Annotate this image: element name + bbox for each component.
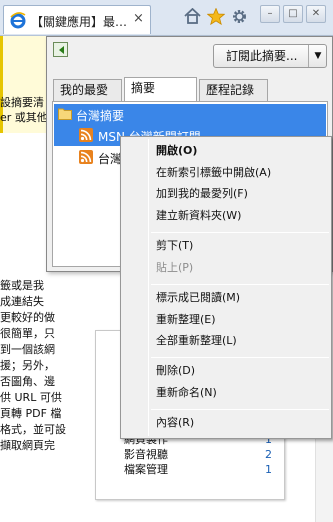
menu-item-cut[interactable]: 剪下(T) [156,238,193,254]
menu-item-properties[interactable]: 內容(R) [156,415,194,431]
menu-item-delete[interactable]: 刪除(D) [156,363,195,379]
feed-item-label: 台灣 [98,152,123,166]
tab-close-icon[interactable]: × [133,11,144,26]
menu-item-refresh-all[interactable]: 全部重新整理(L) [156,333,237,349]
menu-separator [151,232,329,233]
menu-item-refresh[interactable]: 重新整理(E) [156,312,216,328]
close-window-button[interactable]: ✕ [306,5,326,23]
menu-item-open-new-tab[interactable]: 在新索引標籤中開啟(A) [156,165,271,181]
subscribe-feed-button[interactable]: 訂閱此摘要... ▼ [213,44,327,68]
tab-feeds[interactable]: 摘要 [124,77,197,101]
page-top-text: 設摘要清 er 或其他 [0,96,48,124]
folder-icon [58,108,72,120]
rss-icon [79,128,93,142]
menu-item-rename[interactable]: 重新命名(N) [156,385,217,401]
gear-icon[interactable] [231,8,248,25]
menu-item-new-folder[interactable]: 建立新資料夾(W) [156,208,241,224]
star-icon[interactable] [207,8,225,25]
feed-folder-label: 台灣摘要 [76,109,125,123]
subscribe-label: 訂閱此摘要... [226,49,298,63]
menu-item-paste: 貼上(P) [156,261,194,274]
menu-item-mark-read[interactable]: 標示成已閱讀(M) [156,290,240,306]
tab-title: 【關鍵應用】最… [31,15,127,29]
category-item[interactable]: 檔案管理 1 [124,462,280,477]
menu-separator [151,284,329,285]
rss-icon [79,150,93,164]
maximize-button[interactable]: □ [283,5,303,23]
category-item[interactable]: 影音視聽 2 [124,447,280,462]
browser-tab-bar: 【關鍵應用】最… × – □ ✕ [0,0,333,36]
menu-separator [151,357,329,358]
page-article-text: 籤或是我 成連結失 更較好的做 很簡單，只 到一個該網 援；另外， 否圖角、邊 … [0,279,66,452]
feed-folder-item[interactable]: 台灣摘要 [54,104,326,125]
tab-favorites[interactable]: 我的最愛 [53,79,122,101]
menu-item-add-to-favorites-bar[interactable]: 加到我的最愛列(F) [156,186,248,202]
context-menu: 開啟(O) 在新索引標籤中開啟(A) 加到我的最愛列(F) 建立新資料夾(W) … [120,136,332,439]
ie-logo-icon [10,12,26,29]
pin-panel-button[interactable] [53,42,68,57]
menu-item-open[interactable]: 開啟(O) [156,143,197,159]
browser-tab[interactable]: 【關鍵應用】最… × [3,5,151,34]
tab-history[interactable]: 歷程記錄 [199,79,268,101]
home-icon[interactable] [184,8,201,24]
menu-gutter [148,139,149,436]
minimize-button[interactable]: – [260,5,280,23]
chevron-down-icon[interactable]: ▼ [308,45,327,67]
menu-separator [151,409,329,410]
